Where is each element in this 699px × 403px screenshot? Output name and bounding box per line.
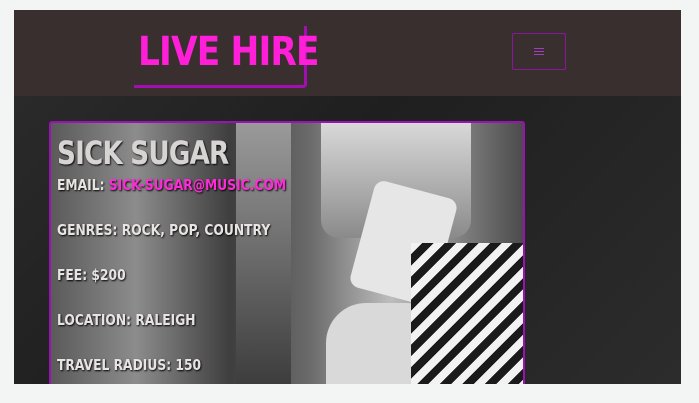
fee-label: FEE:	[57, 266, 88, 284]
logo[interactable]: LIVE HIRE	[134, 26, 320, 88]
email-label: EMAIL:	[57, 176, 105, 194]
navbar: LIVE HIRE	[14, 10, 681, 96]
travel-radius-label: TRAVEL RADIUS:	[57, 356, 172, 374]
genres-value: ROCK, POP, COUNTRY	[121, 221, 271, 239]
artist-card[interactable]: SICK SUGAR EMAIL: SICK-SUGAR@MUSIC.COM G…	[49, 121, 525, 384]
hamburger-icon	[534, 47, 544, 56]
artist-info: SICK SUGAR EMAIL: SICK-SUGAR@MUSIC.COM G…	[57, 133, 336, 375]
main-content: SICK SUGAR EMAIL: SICK-SUGAR@MUSIC.COM G…	[14, 96, 681, 384]
fee-row: FEE: $200	[57, 265, 286, 285]
logo-text[interactable]: LIVE HIRE	[138, 26, 320, 78]
travel-radius-value: 150	[175, 356, 202, 374]
email-link[interactable]: SICK-SUGAR@MUSIC.COM	[109, 176, 286, 194]
location-row: LOCATION: RALEIGH	[57, 310, 286, 330]
genres-label: GENRES:	[57, 221, 118, 239]
genres-row: GENRES: ROCK, POP, COUNTRY	[57, 220, 286, 240]
artist-name: SICK SUGAR	[57, 134, 229, 172]
menu-toggle-button[interactable]	[512, 33, 566, 70]
location-value: RALEIGH	[135, 311, 196, 329]
location-label: LOCATION:	[57, 311, 132, 329]
travel-radius-row: TRAVEL RADIUS: 150	[57, 355, 286, 375]
email-row: EMAIL: SICK-SUGAR@MUSIC.COM	[57, 175, 286, 195]
page: LIVE HIRE SICK SUGAR EMAIL: SICK-SUGAR@M…	[14, 10, 681, 384]
fee-value: $200	[91, 266, 126, 284]
